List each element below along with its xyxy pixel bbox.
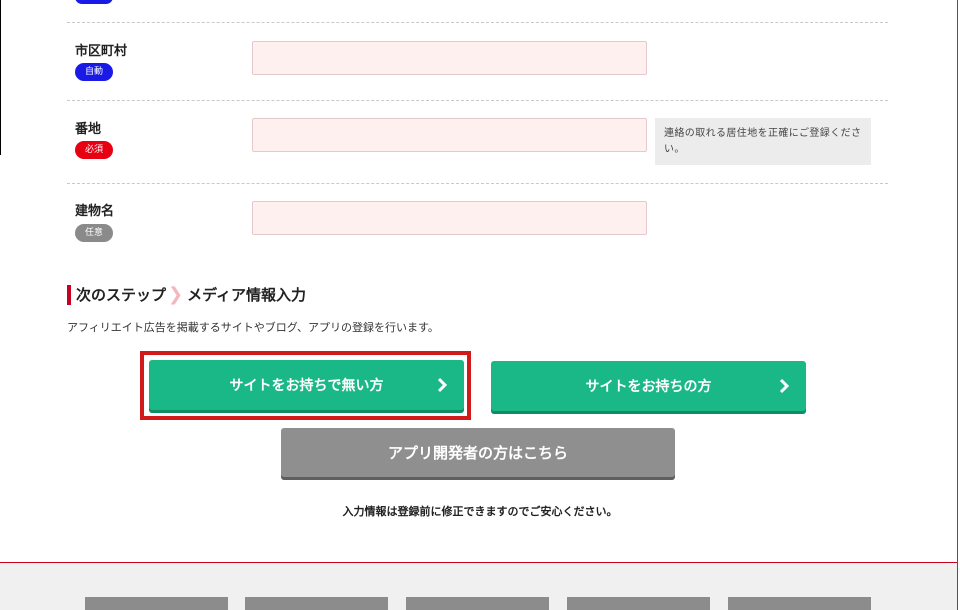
app-developer-button-label: アプリ開発者の方はこちら bbox=[387, 444, 568, 462]
next-step-heading: 次のステップ ❯ メディア情報入力 bbox=[76, 284, 306, 305]
field-label-city: 市区町村 bbox=[75, 44, 128, 59]
field-label-building: 建物名 bbox=[75, 204, 115, 219]
footer-tab[interactable] bbox=[85, 597, 228, 610]
footer-tab[interactable] bbox=[728, 597, 871, 610]
reassurance-note: 入力情報は登録前に修正できますのでご安心ください。 bbox=[342, 505, 618, 518]
field-divider bbox=[67, 183, 888, 184]
chevron-right-icon bbox=[437, 377, 448, 393]
field-divider bbox=[67, 100, 888, 101]
auto-badge: 自動 bbox=[75, 63, 113, 81]
has-site-button[interactable]: サイトをお持ちの方 bbox=[491, 361, 806, 411]
building-input[interactable] bbox=[252, 201, 647, 235]
chevron-right-icon: ❯ bbox=[168, 284, 184, 305]
no-site-button-label: サイトをお持ちで無い方 bbox=[229, 378, 384, 394]
address-input[interactable] bbox=[252, 118, 647, 152]
next-step-description: アフィリエイト広告を掲載するサイトやブログ、アプリの登録を行います。 bbox=[67, 321, 439, 334]
window-edge-left bbox=[0, 0, 1, 155]
next-step-title: 次のステップ bbox=[76, 286, 167, 304]
previous-field-badge bbox=[75, 0, 113, 4]
chevron-right-icon bbox=[779, 378, 790, 394]
app-developer-button[interactable]: アプリ開発者の方はこちら bbox=[281, 428, 675, 477]
has-site-button-label: サイトをお持ちの方 bbox=[585, 379, 712, 395]
required-badge: 必須 bbox=[75, 141, 113, 159]
footer-tab[interactable] bbox=[406, 597, 549, 610]
footer-tab[interactable] bbox=[245, 597, 388, 610]
next-step-target: メディア情報入力 bbox=[187, 286, 307, 304]
city-input[interactable] bbox=[252, 41, 647, 75]
no-site-button[interactable]: サイトをお持ちで無い方 bbox=[149, 360, 464, 410]
field-divider bbox=[67, 22, 888, 23]
field-label-address: 番地 bbox=[75, 122, 102, 137]
address-hint: 連絡の取れる居住地を正確にご登録ください。 bbox=[655, 118, 871, 165]
section-accent-bar bbox=[67, 285, 71, 305]
footer-tab[interactable] bbox=[567, 597, 710, 610]
optional-badge: 任意 bbox=[75, 224, 113, 242]
